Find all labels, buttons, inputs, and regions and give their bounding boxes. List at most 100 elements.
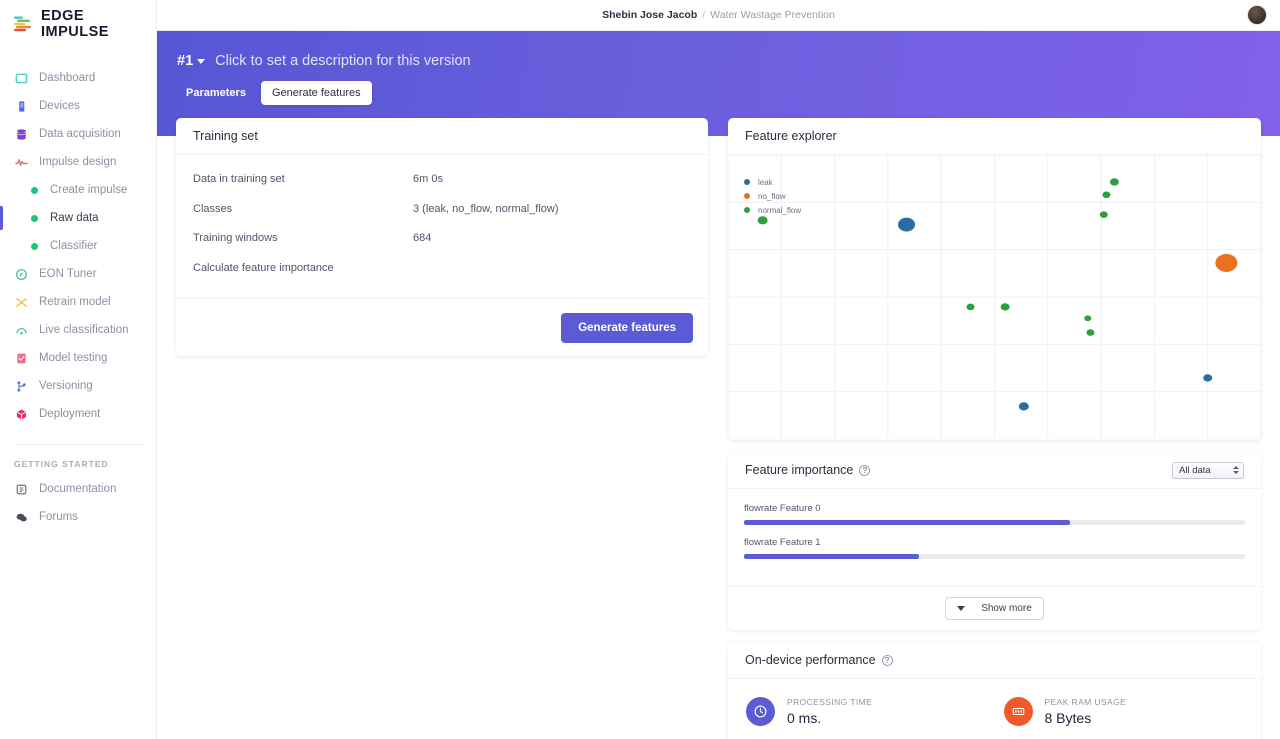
database-icon <box>14 127 28 141</box>
metric-peak-ram-usage: PEAK RAM USAGE 8 Bytes <box>1003 697 1262 726</box>
show-more-button[interactable]: Show more <box>945 597 1044 620</box>
scatter-point-normal_flow[interactable] <box>1099 211 1108 218</box>
sidebar-item-label: Documentation <box>39 483 117 495</box>
on-device-performance-card: On-device performance ? PROCESSING TIME … <box>728 642 1261 739</box>
sidebar-item-forums[interactable]: Forums <box>0 503 156 531</box>
version-description[interactable]: Click to set a description for this vers… <box>215 53 470 69</box>
row-key: Data in training set <box>193 173 285 185</box>
sidebar-item-data-acquisition[interactable]: Data acquisition <box>0 120 156 148</box>
scatter-point-no_flow[interactable] <box>1215 253 1238 272</box>
select-value: All data <box>1179 464 1211 476</box>
legend-item[interactable]: leak <box>744 176 801 188</box>
dashboard-icon <box>14 71 28 85</box>
sidebar-nav: Dashboard Devices Data acquisition Impul… <box>0 64 156 531</box>
legend-label: no_flow <box>758 191 786 201</box>
forums-chat-icon <box>14 510 28 524</box>
scatter-point-normal_flow[interactable] <box>1086 329 1095 336</box>
feature-explorer-scatter-plot[interactable]: leak no_flow normal_flow <box>728 155 1261 439</box>
sidebar-item-documentation[interactable]: Documentation <box>0 475 156 503</box>
model-testing-icon <box>14 351 28 365</box>
sidebar-item-label: Forums <box>39 511 78 523</box>
sidebar-item-deployment[interactable]: Deployment <box>0 400 156 428</box>
scatter-point-normal_flow[interactable] <box>1084 315 1092 322</box>
training-set-footer: Generate features <box>176 298 708 356</box>
sidebar-item-label: Dashboard <box>39 72 96 84</box>
scatter-point-leak[interactable] <box>1018 402 1029 411</box>
metric-processing-time: PROCESSING TIME 0 ms. <box>746 697 1004 726</box>
brand-name: EDGE IMPULSE <box>41 8 109 40</box>
scatter-point-leak[interactable] <box>1203 374 1213 382</box>
sidebar-item-versioning[interactable]: Versioning <box>0 372 156 400</box>
legend-color-normal-flow <box>744 207 750 213</box>
scatter-point-normal_flow[interactable] <box>1109 178 1119 186</box>
breadcrumb-project[interactable]: Water Wastage Prevention <box>710 9 835 21</box>
chevron-down-icon[interactable] <box>197 58 206 64</box>
sidebar-item-model-testing[interactable]: Model testing <box>0 344 156 372</box>
metric-value: 8 Bytes <box>1044 710 1092 726</box>
card-title: On-device performance <box>745 653 876 667</box>
help-circle-icon[interactable]: ? <box>881 654 893 666</box>
scatter-svg <box>728 155 1261 439</box>
legend-label: normal_flow <box>758 205 802 215</box>
green-dot-icon <box>30 211 38 225</box>
chart-legend: leak no_flow normal_flow <box>744 176 801 218</box>
ram-chip-icon <box>1003 697 1033 726</box>
row-key: Calculate feature importance <box>193 261 334 274</box>
feature-importance-filter-select[interactable]: All data <box>1172 461 1244 479</box>
feature-explorer-header: Feature explorer <box>728 118 1261 155</box>
sidebar-item-label: Model testing <box>39 352 108 364</box>
feature-importance-header: Feature importance ? All data <box>728 452 1261 489</box>
scatter-point-leak[interactable] <box>898 217 916 232</box>
sidebar-item-label: Raw data <box>50 212 99 224</box>
sidebar-item-raw-data[interactable]: Raw data <box>0 204 156 232</box>
versioning-branch-icon <box>14 379 28 393</box>
sidebar-item-impulse-design[interactable]: Impulse design <box>0 148 156 176</box>
row-key: Training windows <box>193 232 278 244</box>
chevron-down-icon <box>957 606 966 611</box>
scatter-point-normal_flow[interactable] <box>966 303 975 311</box>
metric-key: PEAK RAM USAGE <box>1044 697 1127 707</box>
legend-color-no-flow <box>744 193 750 199</box>
feature-bar-fill <box>744 554 920 559</box>
card-title: Feature explorer <box>745 129 837 143</box>
clock-icon <box>746 697 775 726</box>
generate-features-button[interactable]: Generate features <box>561 312 693 343</box>
documentation-icon <box>14 482 28 496</box>
tab-parameters[interactable]: Parameters <box>177 81 255 105</box>
sidebar-item-label: Data acquisition <box>39 128 121 140</box>
sidebar-item-retrain-model[interactable]: Retrain model <box>0 288 156 316</box>
live-classification-icon <box>14 323 28 337</box>
sidebar-item-devices[interactable]: Devices <box>0 92 156 120</box>
row-value: 3 (leak, no_flow, normal_flow) <box>413 202 559 215</box>
scatter-point-normal_flow[interactable] <box>1000 303 1010 311</box>
sidebar-item-label: EON Tuner <box>39 268 97 280</box>
version-title-row: #1 Click to set a description for this v… <box>157 31 1280 69</box>
legend-item[interactable]: no_flow <box>744 190 801 202</box>
version-number[interactable]: #1 <box>177 53 193 69</box>
sidebar-item-create-impulse[interactable]: Create impulse <box>0 176 156 204</box>
feature-importance-card: Feature importance ? All data flowrate F… <box>728 452 1261 630</box>
breadcrumb: Shebin Jose Jacob / Water Wastage Preventi… <box>602 9 835 21</box>
scatter-point-normal_flow[interactable] <box>1102 191 1111 199</box>
legend-item[interactable]: normal_flow <box>744 204 801 216</box>
sidebar-item-live-classification[interactable]: Live classification <box>0 316 156 344</box>
training-set-header: Training set <box>176 118 708 155</box>
card-title: Feature importance <box>745 463 854 477</box>
training-set-rows: Data in training set 6m 0s Classes 3 (le… <box>176 155 708 291</box>
help-circle-icon[interactable]: ? <box>859 464 871 476</box>
feature-bar-track <box>744 520 1245 525</box>
sidebar-item-eon-tuner[interactable]: EON Tuner <box>0 260 156 288</box>
retrain-icon <box>14 295 28 309</box>
green-dot-icon <box>30 239 38 253</box>
tab-generate-features[interactable]: Generate features <box>260 81 372 105</box>
banner-tabs: Parameters Generate features <box>157 69 1280 105</box>
table-row: Data in training set 6m 0s <box>193 173 691 203</box>
feature-label: flowrate Feature 1 <box>744 537 821 548</box>
brand-logo[interactable]: EDGE IMPULSE <box>0 0 156 40</box>
breadcrumb-user[interactable]: Shebin Jose Jacob <box>602 9 697 21</box>
sidebar-item-dashboard[interactable]: Dashboard <box>0 64 156 92</box>
legend-label: leak <box>758 177 773 187</box>
avatar[interactable] <box>1247 5 1267 25</box>
metric-key: PROCESSING TIME <box>787 697 873 707</box>
sidebar-item-classifier[interactable]: Classifier <box>0 232 156 260</box>
